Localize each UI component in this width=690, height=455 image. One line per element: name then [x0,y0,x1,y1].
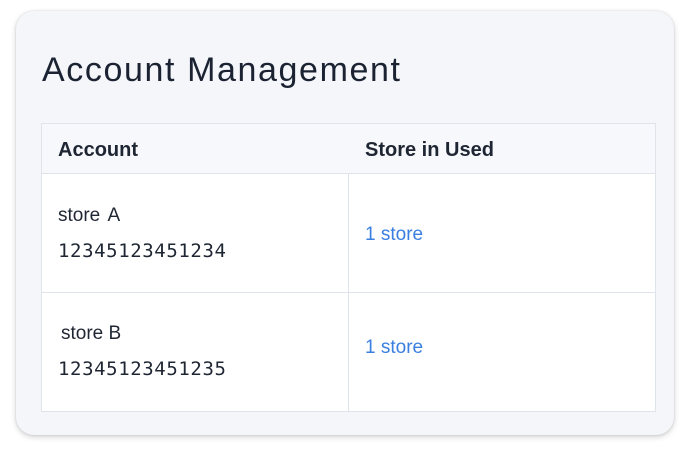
account-id: 12345123451235 [58,358,227,380]
stores-used-link[interactable]: 1 store [365,223,423,247]
stores-used-link[interactable]: 1 store [365,336,423,360]
table-header-row: Account Store in Used [42,124,655,174]
column-header-store-in-used: Store in Used [365,139,494,161]
account-name: store A [58,205,121,226]
table-row: store B 12345123451235 1 store [42,293,655,411]
accounts-table: Account Store in Used store A 1234512345… [41,123,656,412]
account-id: 12345123451234 [58,240,227,262]
account-name: store B [61,323,122,344]
table-row: store A 12345123451234 1 store [42,174,655,293]
column-header-account: Account [58,139,138,161]
page-title: Account Management [42,51,402,89]
account-management-card: Account Management Account Store in Used… [16,11,674,435]
